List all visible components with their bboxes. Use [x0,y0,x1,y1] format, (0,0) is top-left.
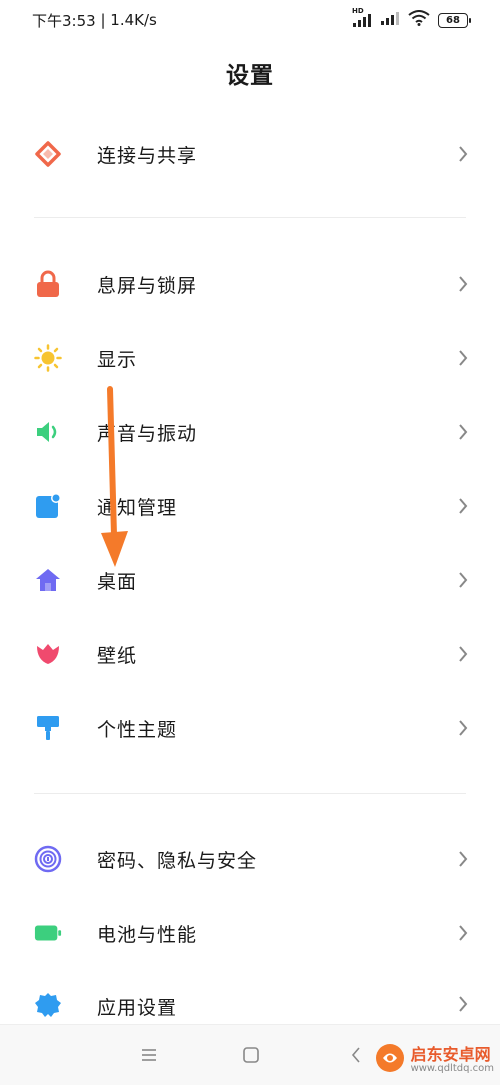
settings-item-home-screen[interactable]: 桌面 [0,550,500,610]
section-divider [34,217,466,218]
settings-item-label: 壁纸 [97,644,138,667]
status-separator: | [95,11,111,29]
hd-label: HD [352,7,364,15]
paint-roller-icon [34,714,62,742]
settings-item-label: 显示 [97,348,138,371]
hd-signal-icon: HD [352,7,372,27]
chevron-right-icon [456,497,470,515]
settings-item-sound-vibration[interactable]: 声音与振动 [0,402,500,462]
wifi-icon [408,10,430,30]
settings-item-wallpaper[interactable]: 壁纸 [0,624,500,684]
status-bar: 下午3:53 | 1.4K/s HD 68 [0,0,500,40]
chevron-right-icon [456,423,470,441]
lock-icon [34,270,62,298]
gear-icon [34,991,62,1019]
notification-icon [34,492,62,520]
chevron-right-icon [456,349,470,367]
settings-item-display[interactable]: 显示 [0,328,500,388]
status-left: 下午3:53 | 1.4K/s [32,10,157,31]
status-time: 下午3:53 [32,11,96,30]
watermark: 启东安卓网 www.qdltdq.com [375,1040,494,1080]
fingerprint-icon [34,845,62,873]
settings-item-screen-lock[interactable]: 息屏与锁屏 [0,254,500,314]
share-diamond-icon [34,140,62,168]
chevron-right-icon [456,924,470,942]
back-icon[interactable] [342,1041,370,1069]
watermark-logo-icon [375,1043,405,1077]
watermark-name: 启东安卓网 [410,1044,491,1064]
settings-item-label: 个性主题 [97,718,178,741]
signal-icon [380,11,400,29]
menu-icon[interactable] [135,1041,163,1069]
settings-item-password-privacy-security[interactable]: 密码、隐私与安全 [0,829,500,889]
settings-item-notifications[interactable]: 通知管理 [0,476,500,536]
settings-item-label: 密码、隐私与安全 [97,849,258,872]
settings-item-label: 连接与共享 [97,144,198,167]
page-title: 设置 [226,63,274,89]
status-network-speed: 1.4K/s [110,11,157,29]
chevron-right-icon [456,850,470,868]
settings-item-label: 息屏与锁屏 [97,274,198,297]
section-divider [34,793,466,794]
battery-status-icon: 68 [438,12,471,28]
chevron-right-icon [456,645,470,663]
chevron-right-icon [456,275,470,293]
watermark-text: 启东安卓网 www.qdltdq.com [411,1046,494,1075]
settings-item-themes[interactable]: 个性主题 [0,698,500,758]
settings-item-battery-performance[interactable]: 电池与性能 [0,903,500,963]
status-right: HD 68 [352,7,471,30]
chevron-right-icon [456,145,470,163]
sun-icon [34,344,62,372]
battery-icon [34,919,62,947]
swipe-down-arrow-icon [101,386,128,567]
chevron-right-icon [456,571,470,589]
speaker-icon [34,418,62,446]
chevron-right-icon [456,719,470,737]
settings-item-label: 电池与性能 [97,923,198,946]
home-button-icon[interactable] [237,1041,265,1069]
watermark-url: www.qdltdq.com [410,1063,494,1075]
settings-item-connection-sharing[interactable]: 连接与共享 [0,124,500,184]
tulip-icon [34,640,62,668]
chevron-right-icon [456,995,470,1013]
home-icon [34,566,62,594]
settings-item-label: 应用设置 [97,997,178,1019]
settings-item-app-settings[interactable]: 应用设置 [0,977,500,1023]
